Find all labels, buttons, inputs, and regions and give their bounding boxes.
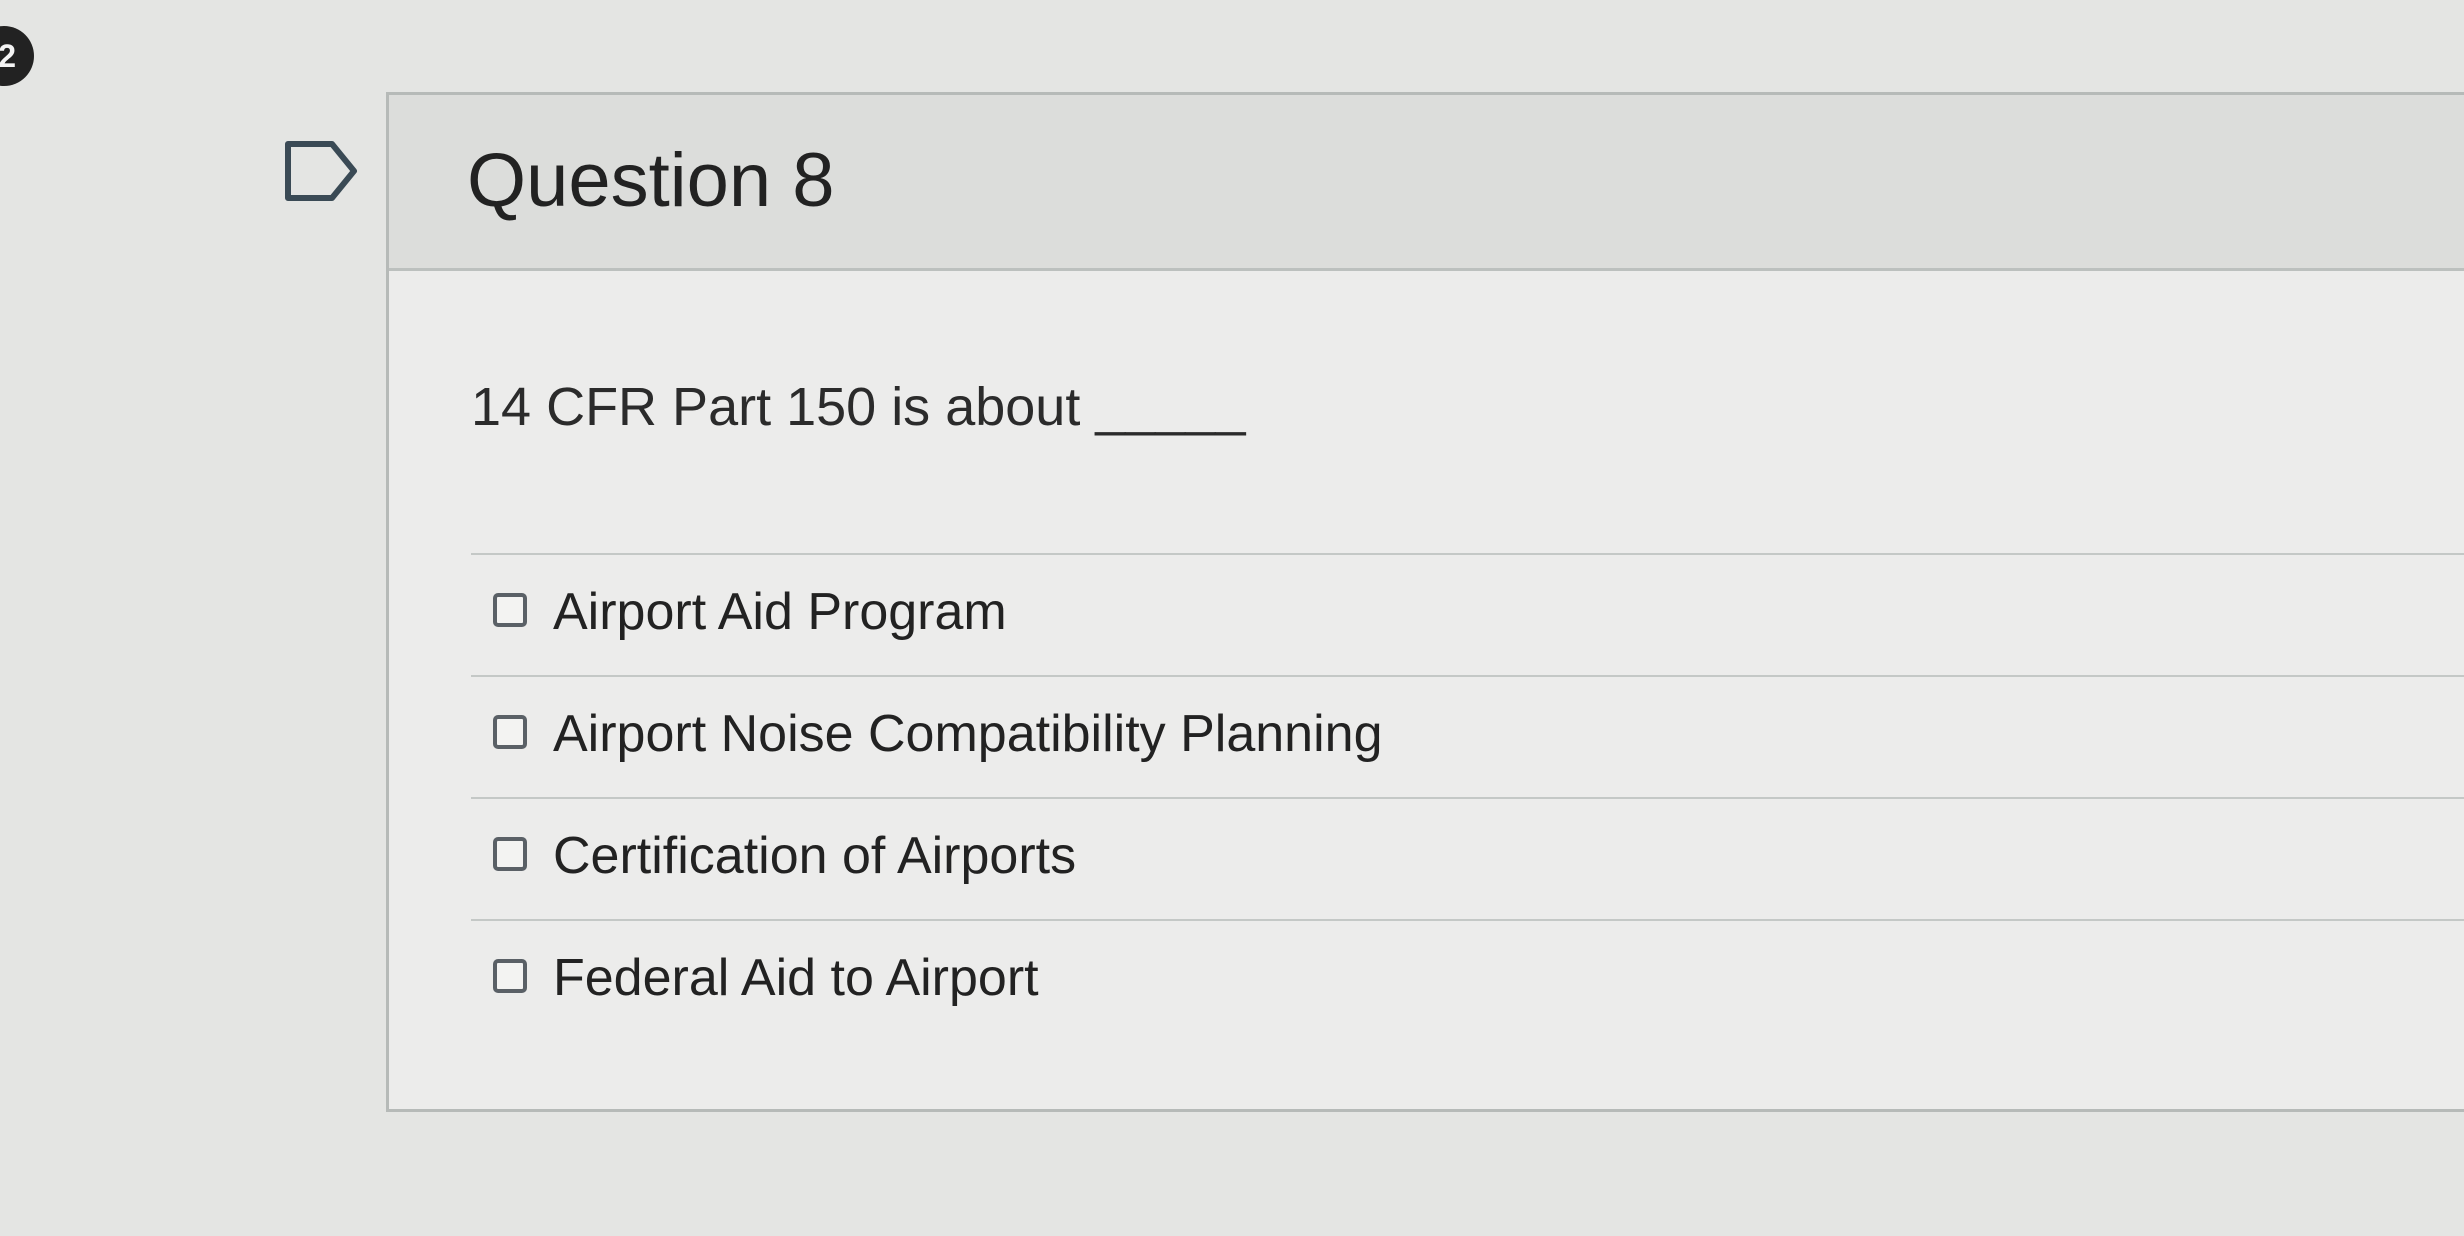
answer-option[interactable]: Airport Noise Compatibility Planning [471, 675, 2464, 797]
checkbox-icon[interactable] [493, 715, 527, 749]
question-text: 14 CFR Part 150 is about _____ [471, 377, 1246, 437]
checkbox-icon[interactable] [493, 837, 527, 871]
question-card: Question 8 14 CFR Part 150 is about ____… [386, 92, 2464, 1112]
checkbox-icon[interactable] [493, 959, 527, 993]
question-title: Question 8 [467, 138, 835, 223]
flag-question-icon[interactable] [284, 140, 360, 202]
question-header: Question 8 [389, 95, 2464, 271]
answer-option[interactable]: Federal Aid to Airport [471, 919, 2464, 1041]
answer-label[interactable]: Airport Noise Compatibility Planning [553, 703, 1383, 765]
answer-label[interactable]: Certification of Airports [553, 825, 1076, 887]
page-number-badge: 2 [0, 26, 34, 86]
answer-option[interactable]: Airport Aid Program [471, 553, 2464, 675]
answer-option[interactable]: Certification of Airports [471, 797, 2464, 919]
checkbox-icon[interactable] [493, 593, 527, 627]
answer-list: Airport Aid Program Airport Noise Compat… [471, 553, 2464, 1041]
answer-label[interactable]: Federal Aid to Airport [553, 947, 1039, 1009]
answer-label[interactable]: Airport Aid Program [553, 581, 1007, 643]
